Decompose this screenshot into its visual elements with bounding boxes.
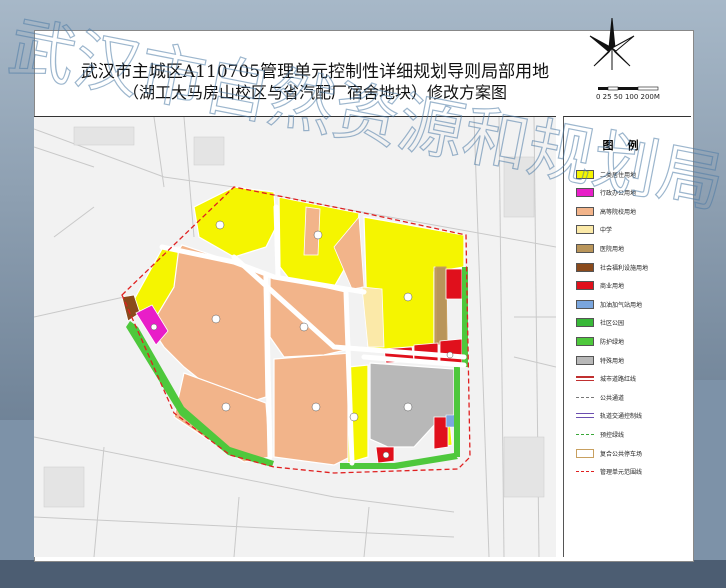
legend-label: 二类居住用地 bbox=[600, 171, 637, 179]
legend-swatch bbox=[576, 355, 594, 365]
legend-item: G2防护绿地 bbox=[576, 334, 624, 348]
legend-label: 中学 bbox=[600, 227, 613, 235]
parcel-university-south bbox=[273, 352, 351, 466]
legend-label: 商业用地 bbox=[600, 283, 625, 291]
legend-swatch bbox=[576, 169, 594, 179]
legend-item: 复合公共停车场 bbox=[576, 446, 642, 460]
legend-swatch bbox=[576, 299, 594, 309]
legend-swatch bbox=[576, 262, 594, 272]
legend-swatch bbox=[576, 281, 594, 291]
legend-label: 特殊用地 bbox=[600, 357, 625, 365]
legend-label: 加油加气站用地 bbox=[600, 301, 643, 309]
legend-swatch bbox=[576, 206, 594, 216]
parcel-commercial-e3 bbox=[439, 338, 463, 364]
legend-title: 图例 bbox=[602, 139, 653, 152]
parcel-commercial-ne bbox=[445, 268, 463, 300]
legend-label: 轨道交通控制线 bbox=[600, 413, 643, 421]
legend-label: 防护绿地 bbox=[600, 338, 625, 346]
legend-label: 复合公共停车场 bbox=[600, 450, 643, 458]
legend-item: U特殊用地 bbox=[576, 353, 624, 367]
legend-item: R2二类居住用地 bbox=[576, 167, 636, 181]
land-use-map[interactable] bbox=[34, 116, 556, 557]
parcel-green-se-east bbox=[454, 367, 460, 457]
scale-bar bbox=[598, 86, 659, 91]
legend-label: 高等院校用地 bbox=[600, 208, 637, 216]
legend-item: 轨道交通控制线 bbox=[576, 409, 642, 423]
legend-line-symbol bbox=[576, 430, 594, 439]
legend-swatch bbox=[576, 225, 594, 235]
legend-item: B1商业用地 bbox=[576, 279, 624, 293]
legend-item: 管理单元范围线 bbox=[576, 465, 642, 479]
legend-swatch bbox=[576, 188, 594, 198]
legend-label: 管理单元范围线 bbox=[600, 469, 643, 477]
legend-line-symbol bbox=[576, 467, 594, 476]
legend-item: B41加油加气站用地 bbox=[576, 297, 642, 311]
legend-line-symbol bbox=[576, 374, 594, 383]
legend-swatch bbox=[576, 243, 594, 253]
legend-line-symbol bbox=[576, 393, 594, 402]
legend-label: 社会福利设施用地 bbox=[600, 264, 649, 272]
north-arrow-icon bbox=[589, 17, 635, 70]
legend-label: 行政办公用地 bbox=[600, 190, 637, 198]
legend-item: A31高等院校用地 bbox=[576, 204, 636, 218]
legend-panel: 图例 R2二类居住用地 A1行政办公用地 A31高等院校用地 A33中学 A5医院用地 A… bbox=[563, 116, 691, 557]
legend-swatch bbox=[576, 336, 594, 346]
legend-label: 社区公园 bbox=[600, 320, 625, 328]
legend-swatch bbox=[576, 318, 594, 328]
map-title-line2: （湖工大马房山校区与省汽配厂宿舍地块）修改方案图 bbox=[122, 83, 507, 102]
legend-item: 预控绿线 bbox=[576, 427, 624, 441]
legend-item: A1行政办公用地 bbox=[576, 186, 636, 200]
legend-item: A6社会福利设施用地 bbox=[576, 260, 648, 274]
legend-label: 预控绿线 bbox=[600, 431, 625, 439]
legend-item: 公共通道 bbox=[576, 390, 624, 404]
legend-label: 公共通道 bbox=[600, 394, 625, 402]
scale-bar-label: 0 25 50 100 200M bbox=[596, 93, 660, 101]
legend-item: A33中学 bbox=[576, 223, 612, 237]
legend-line-symbol bbox=[576, 411, 594, 420]
legend-swatch bbox=[576, 448, 594, 458]
legend-item: G1社区公园 bbox=[576, 316, 624, 330]
legend-item: A5医院用地 bbox=[576, 241, 624, 255]
legend-label: 城市道路红线 bbox=[600, 376, 637, 384]
legend-label: 医院用地 bbox=[600, 245, 625, 253]
legend-item: 城市道路红线 bbox=[576, 372, 636, 386]
